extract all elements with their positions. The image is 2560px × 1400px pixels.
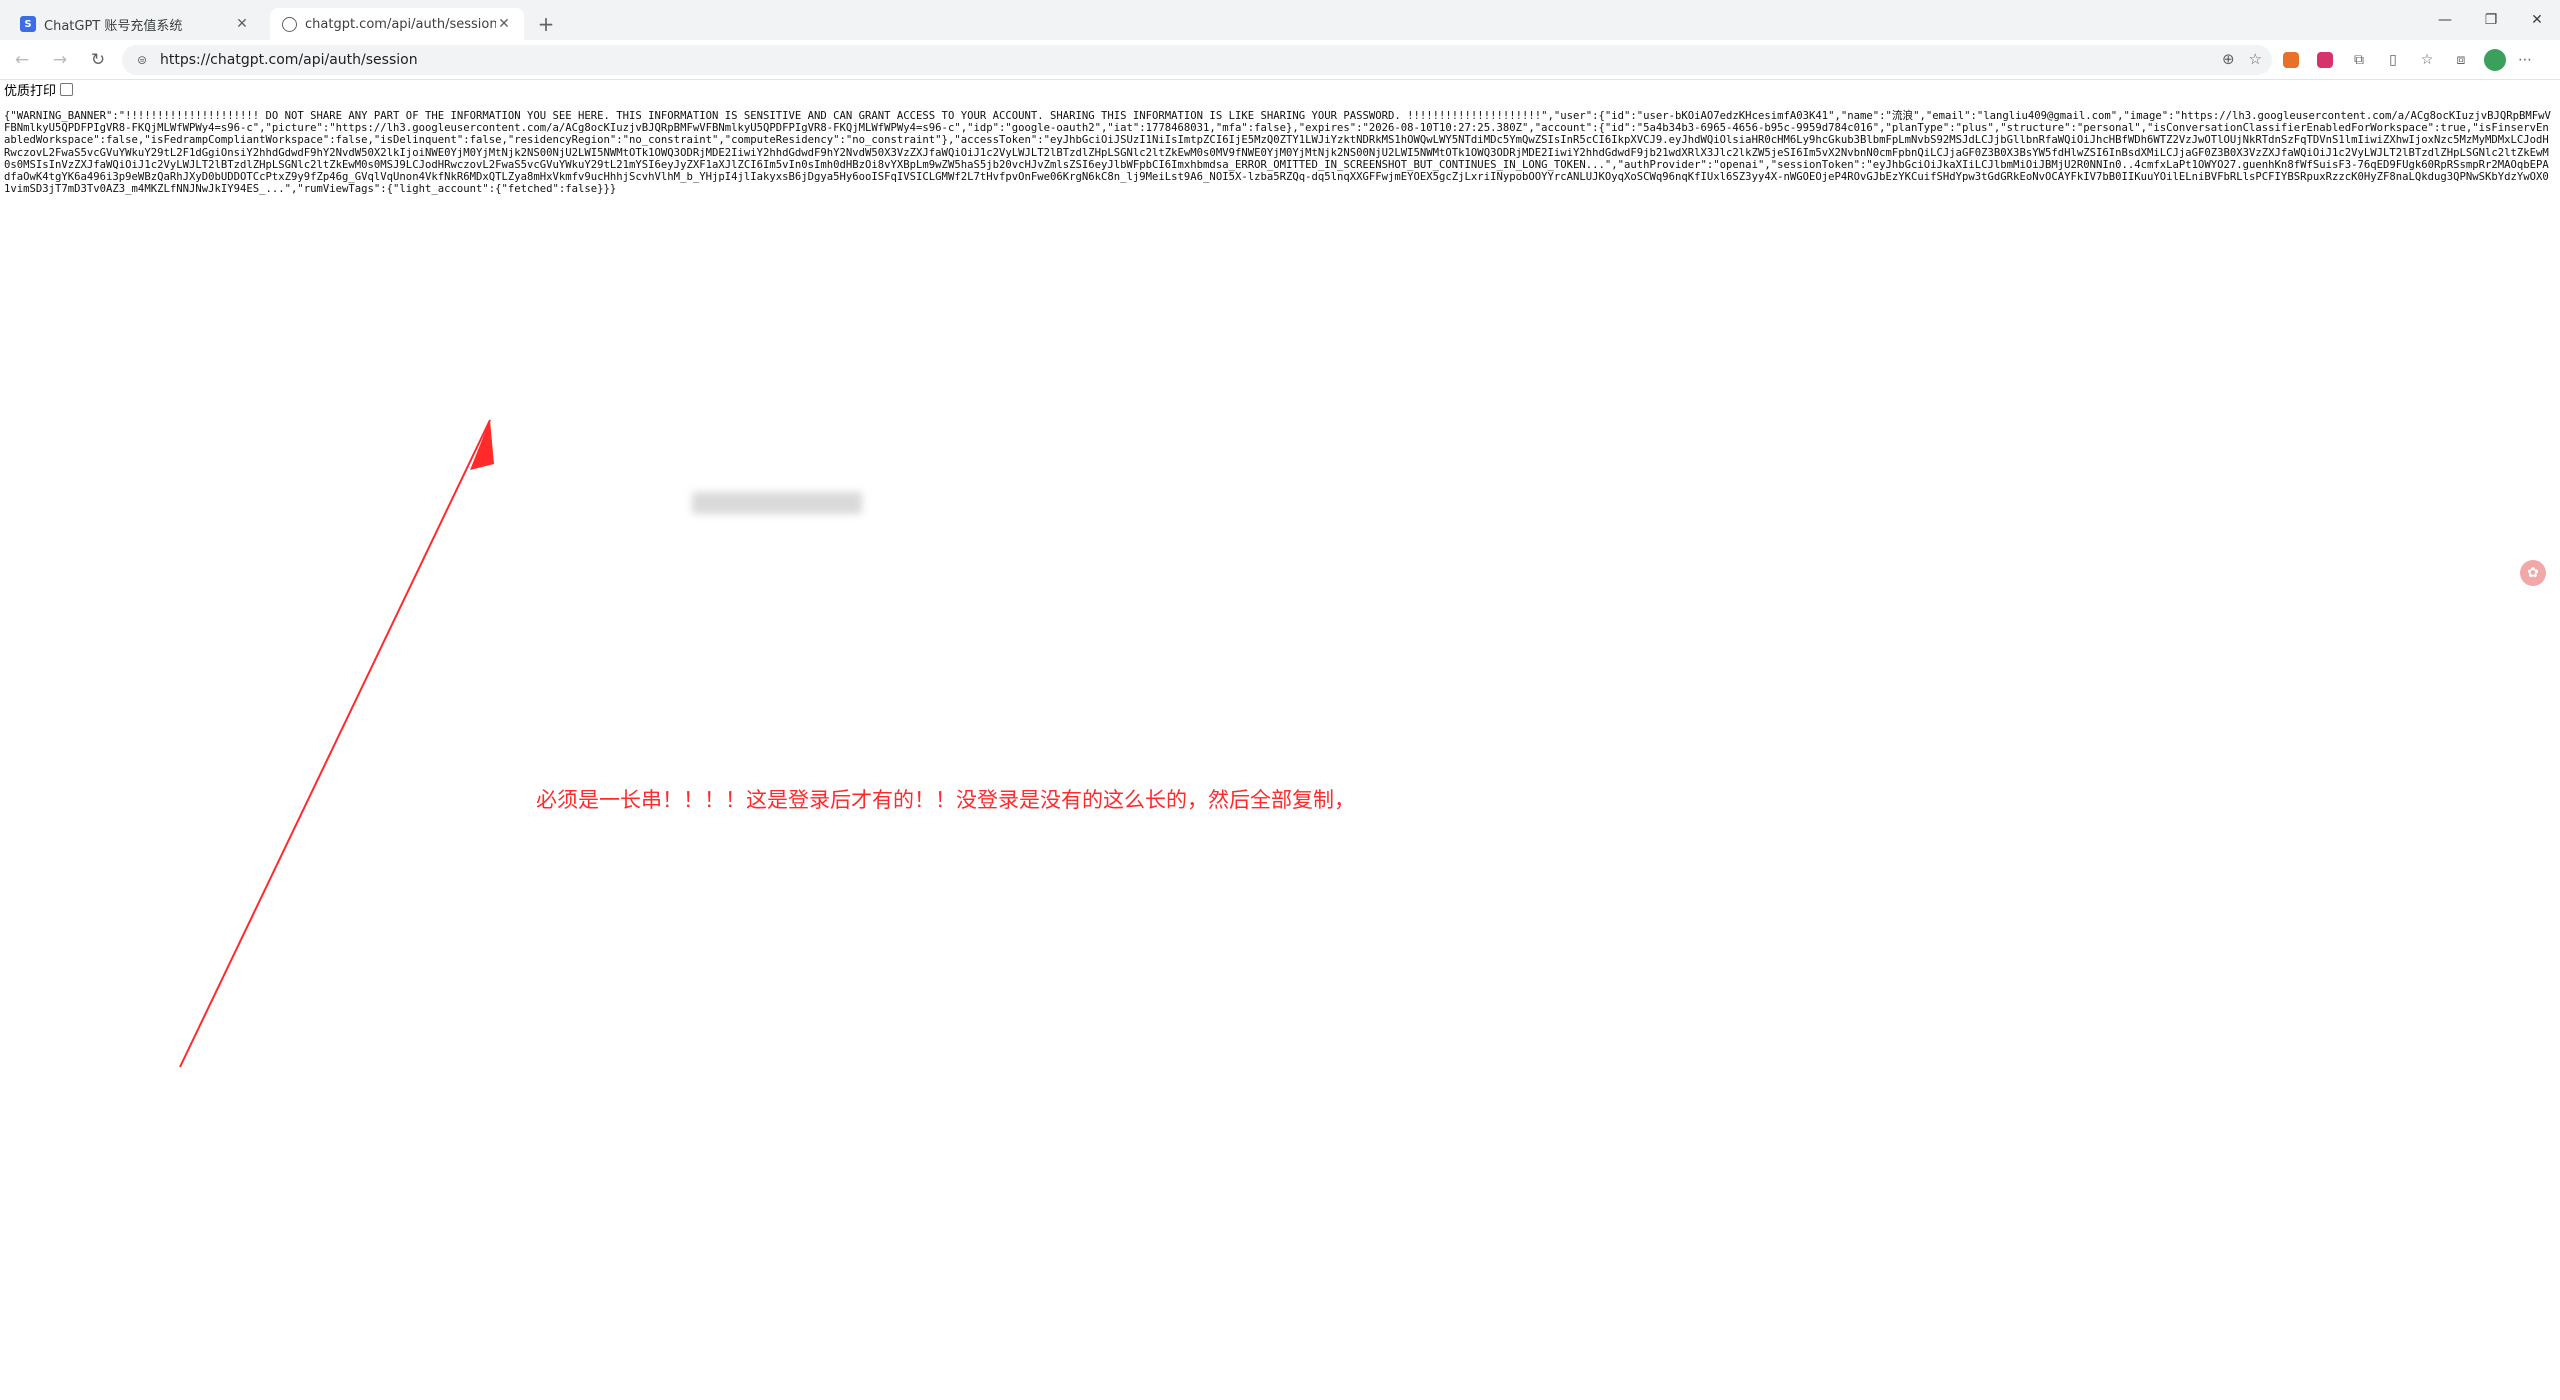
tab-title: ChatGPT 账号充值系统 <box>44 18 183 34</box>
new-tab-button[interactable]: + <box>532 10 560 38</box>
tab-strip: S ChatGPT 账号充值系统 ✕ chatgpt.com/api/auth/… <box>0 0 2560 40</box>
address-bar-actions: ⊕ ☆ <box>2222 50 2262 68</box>
annotation-arrow <box>179 419 494 1068</box>
close-window-icon[interactable]: ✕ <box>2514 0 2560 40</box>
menu-icon[interactable]: ⋯ <box>2510 45 2540 75</box>
close-icon[interactable]: ✕ <box>496 16 512 32</box>
extensions-puzzle-icon[interactable]: ⧉ <box>2344 45 2374 75</box>
avatar[interactable] <box>2484 48 2506 71</box>
favorites-icon[interactable]: ☆ <box>2412 45 2442 75</box>
tab-title: chatgpt.com/api/auth/session <box>305 16 496 32</box>
collections-icon[interactable]: ⧈ <box>2446 45 2476 75</box>
bookmark-star-icon[interactable]: ☆ <box>2249 50 2262 68</box>
back-icon[interactable]: ← <box>6 44 38 76</box>
reload-icon[interactable]: ↻ <box>82 44 114 76</box>
forward-icon[interactable]: → <box>44 44 76 76</box>
extension-icon[interactable] <box>2310 45 2340 75</box>
browser-toolbar: ← → ↻ ⊜ https://chatgpt.com/api/auth/ses… <box>0 40 2560 80</box>
window-controls: — ❐ ✕ <box>2422 0 2560 40</box>
close-icon[interactable]: ✕ <box>234 16 250 32</box>
page-content: 优质打印 {"WARNING_BANNER":"!!!!!!!!!!!!!!!!… <box>0 80 2560 1400</box>
restore-icon[interactable]: ❐ <box>2468 0 2514 40</box>
split-view-icon[interactable]: ▯ <box>2378 45 2408 75</box>
annotation-note: 必须是一长串！！！！这是登录后才有的！！没登录是没有的这么长的，然后全部复制， <box>536 788 1355 812</box>
address-bar[interactable]: ⊜ https://chatgpt.com/api/auth/session ⊕… <box>122 44 2272 75</box>
redacted-area <box>692 492 862 514</box>
chatgpt-site-icon: S <box>20 16 36 32</box>
extension-icon[interactable] <box>2276 45 2306 75</box>
pretty-print-checkbox[interactable] <box>60 82 74 96</box>
translate-icon[interactable]: ⊕ <box>2222 50 2235 68</box>
tab-session[interactable]: chatgpt.com/api/auth/session ✕ <box>270 8 524 40</box>
minimize-icon[interactable]: — <box>2422 0 2468 40</box>
pretty-print-label: 优质打印 <box>4 83 57 99</box>
pretty-print-toggle[interactable]: 优质打印 <box>4 80 74 99</box>
url-text[interactable]: https://chatgpt.com/api/auth/session <box>160 52 418 68</box>
floating-assistant-icon[interactable]: ✿ <box>2520 560 2546 586</box>
tab-chatgpt-recharge[interactable]: S ChatGPT 账号充值系统 ✕ <box>8 8 262 40</box>
session-json-text[interactable]: {"WARNING_BANNER":"!!!!!!!!!!!!!!!!!!!!!… <box>4 110 2552 195</box>
globe-icon <box>282 16 297 32</box>
site-info-icon[interactable]: ⊜ <box>134 52 150 68</box>
